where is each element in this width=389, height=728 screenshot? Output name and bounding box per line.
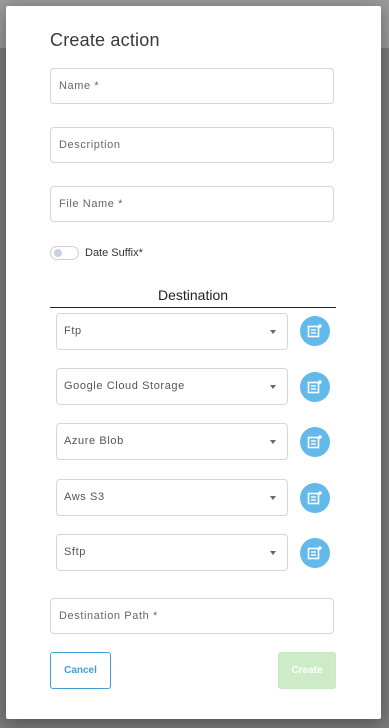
date-suffix-toggle[interactable] bbox=[50, 246, 79, 260]
add-config-icon bbox=[307, 546, 322, 560]
dialog-title: Create action bbox=[50, 30, 160, 50]
name-placeholder: Name * bbox=[59, 80, 100, 92]
description-field[interactable]: Description bbox=[50, 127, 334, 163]
chevron-down-icon bbox=[270, 551, 276, 555]
destination-select-value: Google Cloud Storage bbox=[64, 380, 185, 392]
destination-title: Destination bbox=[157, 287, 229, 303]
destination-config-button-ftp[interactable] bbox=[300, 316, 330, 346]
file-name-field[interactable]: File Name * bbox=[50, 186, 334, 222]
destination-select-value: Sftp bbox=[64, 546, 86, 558]
destination-config-button-azure[interactable] bbox=[300, 427, 330, 457]
add-config-icon bbox=[307, 324, 322, 338]
add-config-icon bbox=[307, 491, 322, 505]
add-config-icon bbox=[307, 380, 322, 394]
chevron-down-icon bbox=[270, 440, 276, 444]
destination-select-gcs[interactable]: Google Cloud Storage bbox=[56, 368, 288, 405]
destination-select-ftp[interactable]: Ftp bbox=[56, 313, 288, 350]
destination-config-button-aws[interactable] bbox=[300, 483, 330, 513]
destination-config-button-gcs[interactable] bbox=[300, 372, 330, 402]
destination-select-value: Ftp bbox=[64, 325, 82, 337]
destination-select-value: Azure Blob bbox=[64, 435, 124, 447]
destination-path-field[interactable]: Destination Path * bbox=[50, 598, 334, 634]
chevron-down-icon bbox=[270, 385, 276, 389]
destination-select-aws[interactable]: Aws S3 bbox=[56, 479, 288, 516]
destination-config-button-sftp[interactable] bbox=[300, 538, 330, 568]
destination-path-placeholder: Destination Path * bbox=[59, 610, 158, 622]
description-placeholder: Description bbox=[59, 139, 121, 151]
destination-select-azure[interactable]: Azure Blob bbox=[56, 423, 288, 460]
destination-select-value: Aws S3 bbox=[64, 491, 105, 503]
toggle-knob bbox=[54, 249, 62, 257]
destination-select-sftp[interactable]: Sftp bbox=[56, 534, 288, 571]
chevron-down-icon bbox=[270, 330, 276, 334]
date-suffix-label: Date Suffix* bbox=[85, 247, 143, 259]
create-button[interactable]: Create bbox=[278, 652, 336, 689]
add-config-icon bbox=[307, 435, 322, 449]
file-name-placeholder: File Name * bbox=[59, 198, 124, 210]
cancel-button[interactable]: Cancel bbox=[50, 652, 111, 689]
destination-divider bbox=[50, 307, 336, 308]
create-action-dialog: Create action Name * Description File Na… bbox=[6, 6, 381, 719]
chevron-down-icon bbox=[270, 496, 276, 500]
name-field[interactable]: Name * bbox=[50, 68, 334, 104]
